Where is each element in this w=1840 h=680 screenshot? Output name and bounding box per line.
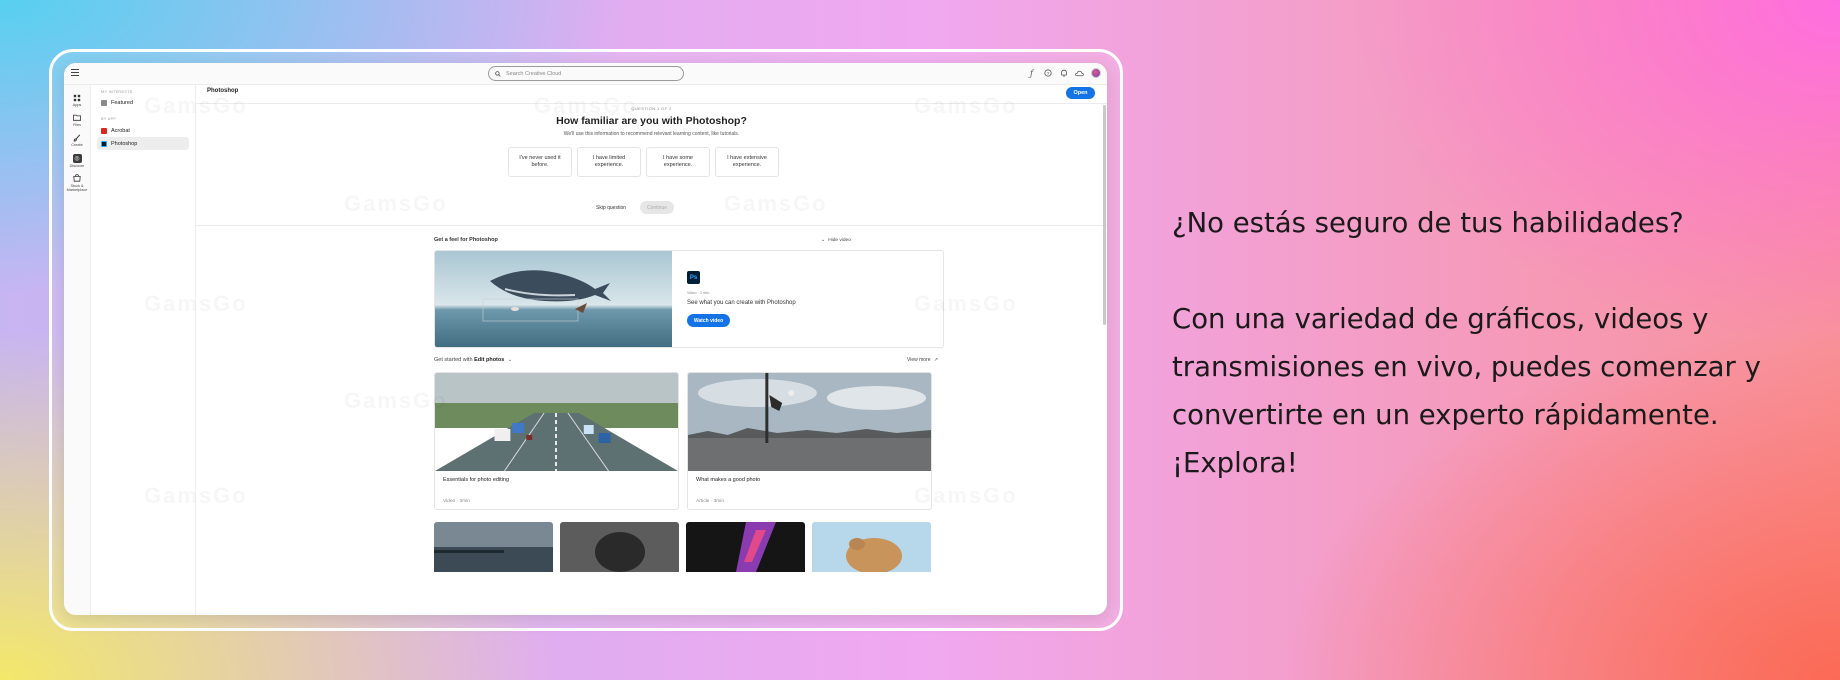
photoshop-app-icon: Ps bbox=[687, 271, 700, 284]
tutorial-card[interactable]: What makes a good photo Article · 3min bbox=[687, 372, 932, 510]
city-skyline-image bbox=[688, 373, 931, 471]
rail-label: Files bbox=[72, 123, 82, 128]
help-icon[interactable]: ? bbox=[1043, 69, 1052, 78]
user-avatar[interactable] bbox=[1091, 68, 1101, 78]
answer-options: I've never used it before. I have limite… bbox=[508, 147, 779, 177]
rail-item-create[interactable]: Create bbox=[64, 133, 90, 147]
cloud-icon[interactable] bbox=[1075, 69, 1084, 78]
option-some[interactable]: I have some experience. bbox=[646, 147, 710, 177]
rail-item-files[interactable]: Files bbox=[64, 113, 90, 127]
svg-text:?: ? bbox=[1046, 71, 1049, 77]
video-description: See what you can create with Photoshop bbox=[687, 300, 796, 306]
discover-compass-icon: ◎ bbox=[72, 153, 82, 163]
app-heading: BY APP bbox=[101, 117, 117, 121]
rail-item-apps[interactable]: Apps bbox=[64, 93, 90, 107]
topic-value: Edit photos bbox=[474, 357, 505, 363]
card-meta: Article · 3min bbox=[696, 499, 724, 504]
external-link-icon: ↗ bbox=[933, 357, 939, 363]
section-title: Get a feel for Photoshop bbox=[434, 237, 498, 243]
panel-item-label: Acrobat bbox=[111, 127, 130, 134]
top-bar: Search Creative Cloud ƒ ? bbox=[64, 63, 1107, 85]
hide-video-label: Hide video bbox=[828, 238, 851, 243]
hamburger-menu-icon[interactable] bbox=[71, 69, 79, 78]
rail-label: Discover bbox=[69, 163, 85, 168]
question-subtitle: We'll use this information to recommend … bbox=[563, 131, 740, 137]
divider bbox=[196, 103, 1107, 104]
main-content: Photoshop Open QUESTION 1 OF 2 How famil… bbox=[196, 85, 1107, 615]
tutorial-thumbnail[interactable] bbox=[560, 522, 679, 572]
highway-traffic-image bbox=[435, 373, 678, 472]
fonts-icon[interactable]: ƒ bbox=[1027, 69, 1036, 78]
whale-hero-image[interactable] bbox=[435, 251, 672, 348]
left-rail: Apps Files Create ◎ Discover Stock & Mar… bbox=[64, 85, 91, 615]
question-title: How familiar are you with Photoshop? bbox=[556, 115, 747, 127]
rail-item-stock[interactable]: Stock & Marketplace bbox=[64, 174, 90, 192]
option-never-used[interactable]: I've never used it before. bbox=[508, 147, 572, 177]
brush-icon bbox=[73, 133, 82, 142]
acrobat-icon bbox=[101, 127, 107, 134]
divider bbox=[196, 225, 1107, 226]
photoshop-icon bbox=[101, 140, 107, 147]
hide-video-button[interactable]: ⌄ Hide video bbox=[821, 237, 851, 243]
promo-text: ¿No estás seguro de tus habilidades? Con… bbox=[1172, 199, 1812, 487]
rail-label: Stock & Marketplace bbox=[66, 183, 88, 193]
tutorial-thumbnail[interactable] bbox=[434, 522, 553, 572]
tutorial-thumbnail[interactable] bbox=[812, 522, 931, 572]
scrollbar[interactable] bbox=[1103, 105, 1106, 325]
page-title: Photoshop bbox=[207, 88, 239, 94]
creative-cloud-window: Search Creative Cloud ƒ ? Apps Files Cre… bbox=[64, 63, 1107, 615]
apps-grid-icon bbox=[73, 93, 82, 102]
panel-item-acrobat[interactable]: Acrobat bbox=[97, 124, 189, 137]
tutorial-thumbnail[interactable] bbox=[686, 522, 805, 572]
search-placeholder: Search Creative Cloud bbox=[506, 70, 562, 77]
notifications-bell-icon[interactable] bbox=[1059, 69, 1068, 78]
chevron-down-icon: ⌄ bbox=[821, 237, 826, 243]
top-icons: ƒ ? bbox=[1027, 68, 1101, 78]
panel-item-label: Photoshop bbox=[111, 140, 138, 147]
open-button[interactable]: Open bbox=[1066, 87, 1095, 99]
promo-headline: ¿No estás seguro de tus habilidades? bbox=[1172, 207, 1684, 239]
folder-icon bbox=[73, 113, 82, 122]
search-input[interactable]: Search Creative Cloud bbox=[488, 66, 684, 81]
question-counter: QUESTION 1 OF 2 bbox=[631, 106, 672, 111]
view-more-label: View more bbox=[907, 357, 931, 363]
option-extensive[interactable]: I have extensive experience. bbox=[715, 147, 779, 177]
marketplace-store-icon bbox=[73, 174, 82, 183]
rail-label: Create bbox=[71, 143, 83, 148]
featured-icon bbox=[101, 99, 107, 106]
interests-heading: MY INTERESTS bbox=[101, 90, 133, 94]
tutorial-card[interactable]: Essentials for photo editing Video · 3mi… bbox=[434, 372, 679, 510]
panel-item-label: Featured bbox=[111, 99, 134, 106]
search-icon bbox=[495, 70, 501, 77]
side-panel: MY INTERESTS Featured BY APP Acrobat Pho… bbox=[91, 85, 196, 615]
video-hero-card: Ps Video · 2 min See what you can create… bbox=[434, 250, 944, 348]
rail-item-discover[interactable]: ◎ Discover bbox=[64, 153, 90, 168]
panel-item-photoshop[interactable]: Photoshop bbox=[97, 137, 189, 150]
skip-question-button[interactable]: Skip question bbox=[596, 205, 626, 211]
topic-prefix: Get started with bbox=[434, 357, 473, 363]
topic-selector[interactable]: Get started with Edit photos ⌄ bbox=[434, 357, 512, 363]
card-meta: Video · 3min bbox=[443, 499, 470, 504]
promo-body: Con una variedad de gráficos, videos y t… bbox=[1172, 303, 1761, 479]
rail-label: Apps bbox=[72, 103, 82, 107]
chevron-down-icon: ⌄ bbox=[507, 357, 513, 363]
video-meta: Video · 2 min bbox=[687, 291, 710, 295]
view-more-link[interactable]: View more ↗ bbox=[907, 357, 938, 363]
watch-video-button[interactable]: Watch video bbox=[687, 314, 730, 327]
continue-button[interactable]: Continue bbox=[640, 201, 674, 214]
option-limited[interactable]: I have limited experience. bbox=[577, 147, 641, 177]
card-title: Essentials for photo editing bbox=[443, 477, 510, 483]
card-title: What makes a good photo bbox=[696, 477, 761, 483]
panel-item-featured[interactable]: Featured bbox=[97, 96, 189, 109]
